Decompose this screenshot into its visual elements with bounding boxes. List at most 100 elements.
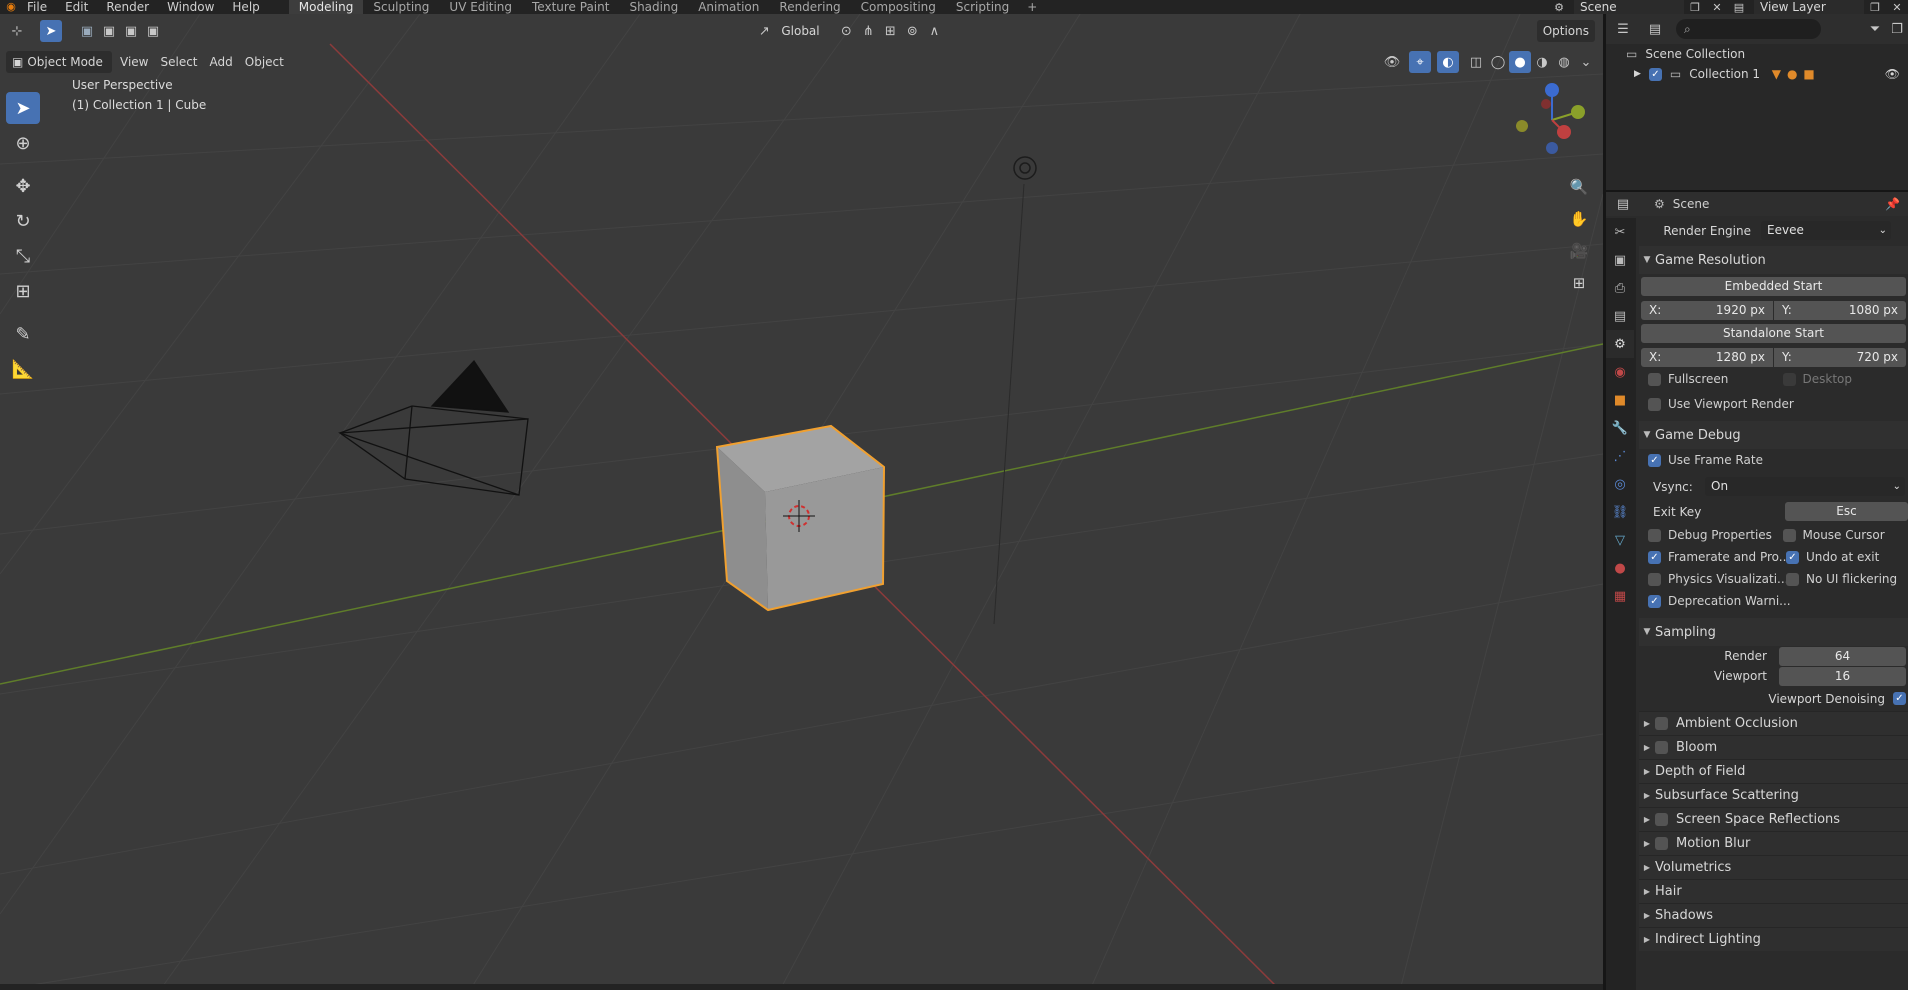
debug-properties-checkbox[interactable] bbox=[1648, 528, 1661, 542]
expand-arrow-icon[interactable]: ▶ bbox=[1634, 69, 1641, 79]
collapsed-panel-header[interactable]: ▶ Depth of Field bbox=[1639, 759, 1908, 783]
data-tab-icon[interactable]: ▽ bbox=[1606, 526, 1634, 554]
collapsed-panel-header[interactable]: ▶ Indirect Lighting bbox=[1639, 927, 1908, 951]
fullscreen-toggle[interactable]: Fullscreen bbox=[1639, 368, 1774, 390]
material-tab-icon[interactable]: ● bbox=[1606, 554, 1634, 582]
snap-icon[interactable]: ⋔ bbox=[857, 20, 879, 42]
select-mode-extend-icon[interactable]: ▣ bbox=[98, 20, 120, 42]
scene-selector[interactable]: Scene bbox=[1574, 0, 1684, 14]
delete-view-layer-icon[interactable]: ✕ bbox=[1886, 0, 1908, 14]
overlay-toggle-icon[interactable]: ◐ bbox=[1437, 51, 1459, 73]
exit-key-field[interactable]: Esc bbox=[1784, 502, 1908, 521]
outliner-editor-type-icon[interactable]: ☰ bbox=[1612, 18, 1634, 40]
editor-type-icon[interactable]: ⊹ bbox=[6, 20, 28, 42]
debug-properties-toggle[interactable]: Debug Properties bbox=[1639, 524, 1774, 546]
view-layer-tab-icon[interactable]: ▤ bbox=[1606, 302, 1634, 330]
object-tab-icon[interactable]: ■ bbox=[1606, 386, 1634, 414]
collapsed-panel-header[interactable]: ▶ Ambient Occlusion bbox=[1639, 711, 1908, 735]
gizmo-toggle-icon[interactable]: ⌖ bbox=[1409, 51, 1431, 73]
constraints-tab-icon[interactable]: ⛓ bbox=[1606, 498, 1634, 526]
sampling-viewport-field[interactable]: 16 bbox=[1779, 666, 1906, 686]
mouse-cursor-toggle[interactable]: Mouse Cursor bbox=[1774, 524, 1908, 546]
use-frame-rate-toggle[interactable]: ✓ Use Frame Rate bbox=[1639, 449, 1899, 471]
tab-scripting[interactable]: Scripting bbox=[946, 0, 1019, 14]
panel-enable-checkbox[interactable] bbox=[1655, 717, 1668, 730]
fullscreen-checkbox[interactable] bbox=[1648, 372, 1661, 386]
render-tab-icon[interactable]: ▣ bbox=[1606, 246, 1634, 274]
physics-tab-icon[interactable]: ◎ bbox=[1606, 470, 1634, 498]
outliner-scene-collection[interactable]: ▭ Scene Collection bbox=[1606, 44, 1908, 64]
select-menu[interactable]: Select bbox=[154, 51, 203, 73]
view-layer-icon[interactable]: ▤ bbox=[1728, 0, 1750, 14]
pin-icon[interactable]: 📌 bbox=[1885, 197, 1900, 211]
sampling-panel-header[interactable]: ▼ Sampling bbox=[1639, 618, 1908, 646]
tab-animation[interactable]: Animation bbox=[688, 0, 769, 14]
light-filter-icon[interactable]: ● bbox=[1787, 67, 1797, 81]
material-shading-icon[interactable]: ◑ bbox=[1531, 51, 1553, 73]
use-frame-rate-checkbox[interactable]: ✓ bbox=[1648, 453, 1661, 467]
properties-editor-type-icon[interactable]: ▤ bbox=[1612, 193, 1634, 215]
collapsed-panel-header[interactable]: ▶ Shadows bbox=[1639, 903, 1908, 927]
falloff-icon[interactable]: ∧ bbox=[923, 20, 945, 42]
transform-orientation-dropdown[interactable]: Global bbox=[775, 20, 835, 42]
tab-rendering[interactable]: Rendering bbox=[769, 0, 850, 14]
modifiers-tab-icon[interactable]: 🔧 bbox=[1606, 414, 1634, 442]
panel-enable-checkbox[interactable] bbox=[1655, 741, 1668, 754]
add-workspace-icon[interactable]: + bbox=[1019, 0, 1045, 14]
world-tab-icon[interactable]: ◉ bbox=[1606, 358, 1634, 386]
object-menu[interactable]: Object bbox=[239, 51, 290, 73]
output-tab-icon[interactable]: ⎙ bbox=[1606, 274, 1634, 302]
framerate-toggle[interactable]: ✓ Framerate and Pro... bbox=[1639, 546, 1790, 568]
view-menu[interactable]: View bbox=[114, 51, 154, 73]
wireframe-shading-icon[interactable]: ◯ bbox=[1487, 51, 1509, 73]
game-resolution-panel-header[interactable]: ▼ Game Resolution bbox=[1639, 246, 1908, 274]
sampling-render-field[interactable]: 64 bbox=[1779, 646, 1906, 666]
shading-options-icon[interactable]: ⌄ bbox=[1575, 51, 1597, 73]
rendered-shading-icon[interactable]: ◍ bbox=[1553, 51, 1575, 73]
annotate-tool-icon[interactable]: ✎ bbox=[6, 318, 40, 350]
move-tool-icon[interactable]: ✥ bbox=[6, 170, 40, 202]
collapsed-panel-header[interactable]: ▶ Motion Blur bbox=[1639, 831, 1908, 855]
mode-dropdown[interactable]: ▣ Object Mode bbox=[6, 51, 112, 73]
particles-tab-icon[interactable]: ⋰ bbox=[1606, 442, 1634, 470]
collapsed-panel-header[interactable]: ▶ Screen Space Reflections bbox=[1639, 807, 1908, 831]
embedded-start-button[interactable]: Embedded Start bbox=[1641, 277, 1906, 296]
camera-view-icon[interactable]: 🎥 bbox=[1564, 236, 1594, 266]
collapsed-panel-header[interactable]: ▶ Subsurface Scattering bbox=[1639, 783, 1908, 807]
undo-at-exit-checkbox[interactable]: ✓ bbox=[1786, 550, 1799, 564]
solid-shading-icon[interactable]: ● bbox=[1509, 51, 1531, 73]
select-tool-icon[interactable]: ➤ bbox=[40, 20, 62, 42]
cube-object[interactable] bbox=[715, 424, 886, 612]
transform-orientation-icon[interactable]: ↗ bbox=[753, 20, 775, 42]
deprecation-checkbox[interactable]: ✓ bbox=[1648, 594, 1661, 608]
standalone-y-field[interactable]: Y: 720 px bbox=[1774, 347, 1906, 367]
select-mode-subtract-icon[interactable]: ▣ bbox=[120, 20, 142, 42]
view-layer-selector[interactable]: View Layer bbox=[1754, 0, 1864, 14]
collapsed-panel-header[interactable]: ▶ Hair bbox=[1639, 879, 1908, 903]
use-viewport-render-checkbox[interactable] bbox=[1648, 397, 1661, 411]
tab-sculpting[interactable]: Sculpting bbox=[363, 0, 439, 14]
viewport-denoising-checkbox[interactable]: ✓ bbox=[1893, 692, 1906, 705]
collapsed-panel-header[interactable]: ▶ Volumetrics bbox=[1639, 855, 1908, 879]
scale-tool-icon[interactable]: ⤡ bbox=[6, 240, 40, 272]
desktop-toggle[interactable]: Desktop bbox=[1774, 368, 1908, 390]
ortho-toggle-icon[interactable]: ⊞ bbox=[1564, 268, 1594, 298]
outliner-search-input[interactable]: ⌕ bbox=[1676, 19, 1821, 39]
texture-tab-icon[interactable]: ▦ bbox=[1606, 582, 1634, 610]
mouse-cursor-checkbox[interactable] bbox=[1782, 528, 1796, 542]
menu-edit[interactable]: Edit bbox=[56, 0, 97, 14]
proportional-edit-icon[interactable]: ⊚ bbox=[901, 20, 923, 42]
3d-viewport[interactable]: ⊹ ➤ ▣ ▣ ▣ ▣ ↗ Global ⊙ ⋔ ⊞ ⊚ ∧ Options ▣… bbox=[0, 14, 1603, 990]
select-mode-new-icon[interactable]: ▣ bbox=[76, 20, 98, 42]
select-mode-invert-icon[interactable]: ▣ bbox=[142, 20, 164, 42]
add-menu[interactable]: Add bbox=[204, 51, 239, 73]
new-scene-icon[interactable]: ❐ bbox=[1684, 0, 1706, 14]
vsync-dropdown[interactable]: On ⌄ bbox=[1705, 477, 1905, 496]
object-filter-icon[interactable]: ▼ bbox=[1772, 67, 1781, 81]
render-engine-dropdown[interactable]: Eevee ⌄ bbox=[1761, 221, 1891, 240]
embedded-y-field[interactable]: Y: 1080 px bbox=[1774, 300, 1906, 320]
new-view-layer-icon[interactable]: ❐ bbox=[1864, 0, 1886, 14]
collapsed-panel-header[interactable]: ▶ Bloom bbox=[1639, 735, 1908, 759]
select-box-tool-icon[interactable]: ➤ bbox=[6, 92, 40, 124]
physics-vis-checkbox[interactable] bbox=[1648, 572, 1661, 586]
